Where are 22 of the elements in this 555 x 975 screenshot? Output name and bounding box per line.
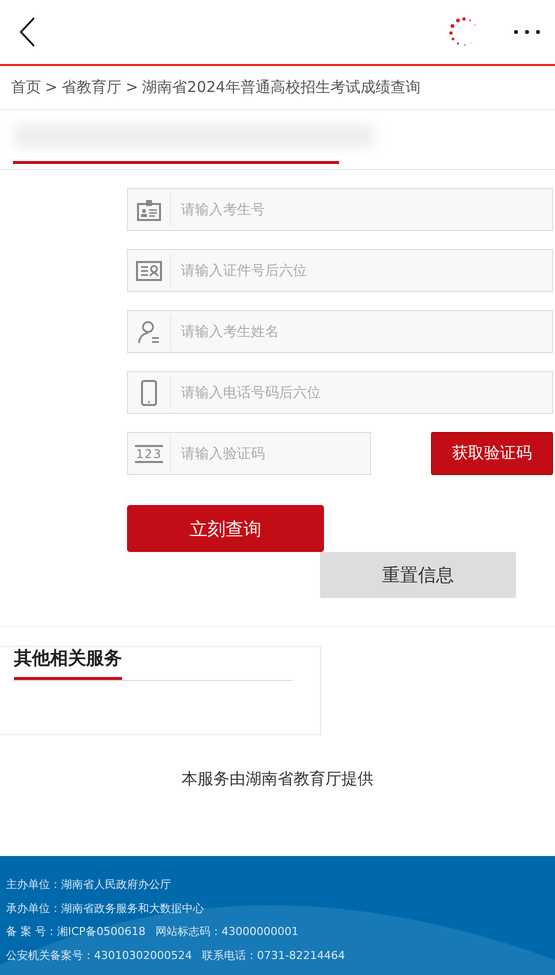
input-field[interactable]: 请输入考生姓名 <box>127 310 553 353</box>
provider-note: 本服务由湖南省教育厅提供 <box>180 769 374 790</box>
section-title: 其他相关服务 <box>14 646 122 680</box>
footer-text: 备 案 号：湘ICP备0500618 <box>6 924 146 940</box>
breadcrumb-link[interactable]: 省教育厅 <box>62 78 122 109</box>
input-field[interactable]: 请输入考生号 <box>127 188 553 231</box>
footer-text: 网站标志码：43000000001 <box>156 924 299 940</box>
breadcrumb-link[interactable]: 首页 <box>11 78 41 109</box>
input-field[interactable]: 请输入电话号码后六位 <box>127 371 553 414</box>
reset-button[interactable]: 重置信息 <box>320 552 516 598</box>
get-code-button[interactable]: 获取验证码 <box>431 432 553 475</box>
footer-text: 公安机关备案号：43010302000524 <box>6 948 192 963</box>
breadcrumb-separator: > <box>45 78 58 98</box>
more-icon[interactable] <box>513 29 541 35</box>
footer-text: 承办单位：湖南省政务服务和大数据中心 <box>6 900 204 916</box>
input-field[interactable]: 请输入证件号后六位 <box>127 249 553 292</box>
query-button[interactable]: 立刻查询 <box>127 505 324 552</box>
breadcrumb-separator: > <box>126 78 138 98</box>
back-icon[interactable] <box>19 17 35 47</box>
breadcrumb-link[interactable]: 湖南省2024年普通高校招生考试成绩查询 <box>142 78 420 109</box>
footer-text: 主办单位：湖南省人民政府办公厅 <box>6 877 171 892</box>
footer-text: 联系电话：0731-82214464 <box>202 948 345 963</box>
